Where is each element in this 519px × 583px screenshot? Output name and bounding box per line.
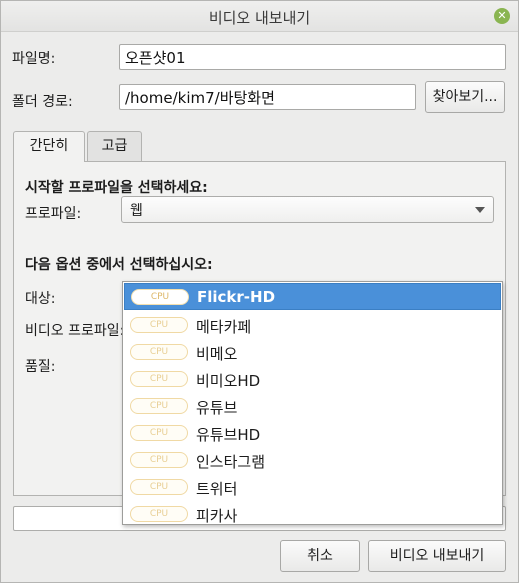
dropdown-item-label: 트위터 xyxy=(196,480,238,498)
target-dropdown-list[interactable]: CPU Flickr-HD CPU 메타카페 CPU 비메오 CPU 비미오HD… xyxy=(122,281,503,525)
dropdown-item-label: 비미오HD xyxy=(196,372,261,390)
dropdown-item-label: 비메오 xyxy=(196,345,238,363)
export-video-dialog: 비디오 내보내기 ✕ 파일명: 오픈샷01 폴더 경로: /home/kim7/… xyxy=(0,0,519,583)
options-heading: 다음 옵션 중에서 선택하십시오: xyxy=(25,257,213,273)
dropdown-item-metacafe[interactable]: CPU 메타카페 xyxy=(124,312,501,339)
tab-simple[interactable]: 간단히 xyxy=(13,131,85,162)
export-video-button[interactable]: 비디오 내보내기 xyxy=(368,540,506,572)
profile-heading: 시작할 프로파일을 선택하세요: xyxy=(25,180,208,196)
dropdown-item-label: 메타카페 xyxy=(196,318,252,336)
cpu-badge: CPU xyxy=(130,344,188,360)
cpu-badge: CPU xyxy=(130,506,188,522)
dropdown-item-flickr-hd[interactable]: CPU Flickr-HD xyxy=(124,283,501,310)
close-icon[interactable]: ✕ xyxy=(494,8,510,24)
dropdown-item-label: 인스타그램 xyxy=(196,453,266,471)
video-profile-label: 비디오 프로파일: xyxy=(25,323,125,339)
dropdown-item-label: 피카사 xyxy=(196,507,238,525)
filename-label: 파일명: xyxy=(12,51,56,67)
folder-path-input[interactable]: /home/kim7/바탕화면 xyxy=(119,84,416,110)
cpu-badge: CPU xyxy=(130,479,188,495)
tab-advanced[interactable]: 고급 xyxy=(87,131,142,161)
cancel-button[interactable]: 취소 xyxy=(280,540,360,572)
dropdown-item-picasa[interactable]: CPU 피카사 xyxy=(124,501,501,528)
window-title: 비디오 내보내기 xyxy=(208,9,311,27)
target-label: 대상: xyxy=(25,291,56,307)
cpu-badge: CPU xyxy=(130,452,188,468)
dropdown-item-label: 유튜브HD xyxy=(196,426,261,444)
dropdown-item-instagram[interactable]: CPU 인스타그램 xyxy=(124,447,501,474)
dropdown-item-vimeo-hd[interactable]: CPU 비미오HD xyxy=(124,366,501,393)
cpu-badge: CPU xyxy=(130,425,188,441)
dropdown-item-label: 유튜브 xyxy=(196,399,238,417)
dropdown-item-youtube-hd[interactable]: CPU 유튜브HD xyxy=(124,420,501,447)
profile-label: 프로파일: xyxy=(25,206,82,222)
quality-label: 품질: xyxy=(25,359,56,375)
dropdown-item-twitter[interactable]: CPU 트위터 xyxy=(124,474,501,501)
profile-combo[interactable]: 웹 xyxy=(121,196,494,223)
dropdown-item-youtube[interactable]: CPU 유튜브 xyxy=(124,393,501,420)
dropdown-item-vimeo[interactable]: CPU 비메오 xyxy=(124,339,501,366)
cpu-badge: CPU xyxy=(130,371,188,387)
title-bar[interactable]: 비디오 내보내기 ✕ xyxy=(1,1,518,32)
dropdown-item-label: Flickr-HD xyxy=(197,288,276,306)
cpu-badge: CPU xyxy=(130,398,188,414)
cpu-badge: CPU xyxy=(131,289,189,305)
filename-input[interactable]: 오픈샷01 xyxy=(119,44,506,70)
folder-path-label: 폴더 경로: xyxy=(12,94,73,110)
browse-button[interactable]: 찾아보기... xyxy=(425,81,505,113)
chevron-down-icon xyxy=(475,207,485,213)
profile-combo-value: 웹 xyxy=(130,203,143,219)
cpu-badge: CPU xyxy=(130,317,188,333)
